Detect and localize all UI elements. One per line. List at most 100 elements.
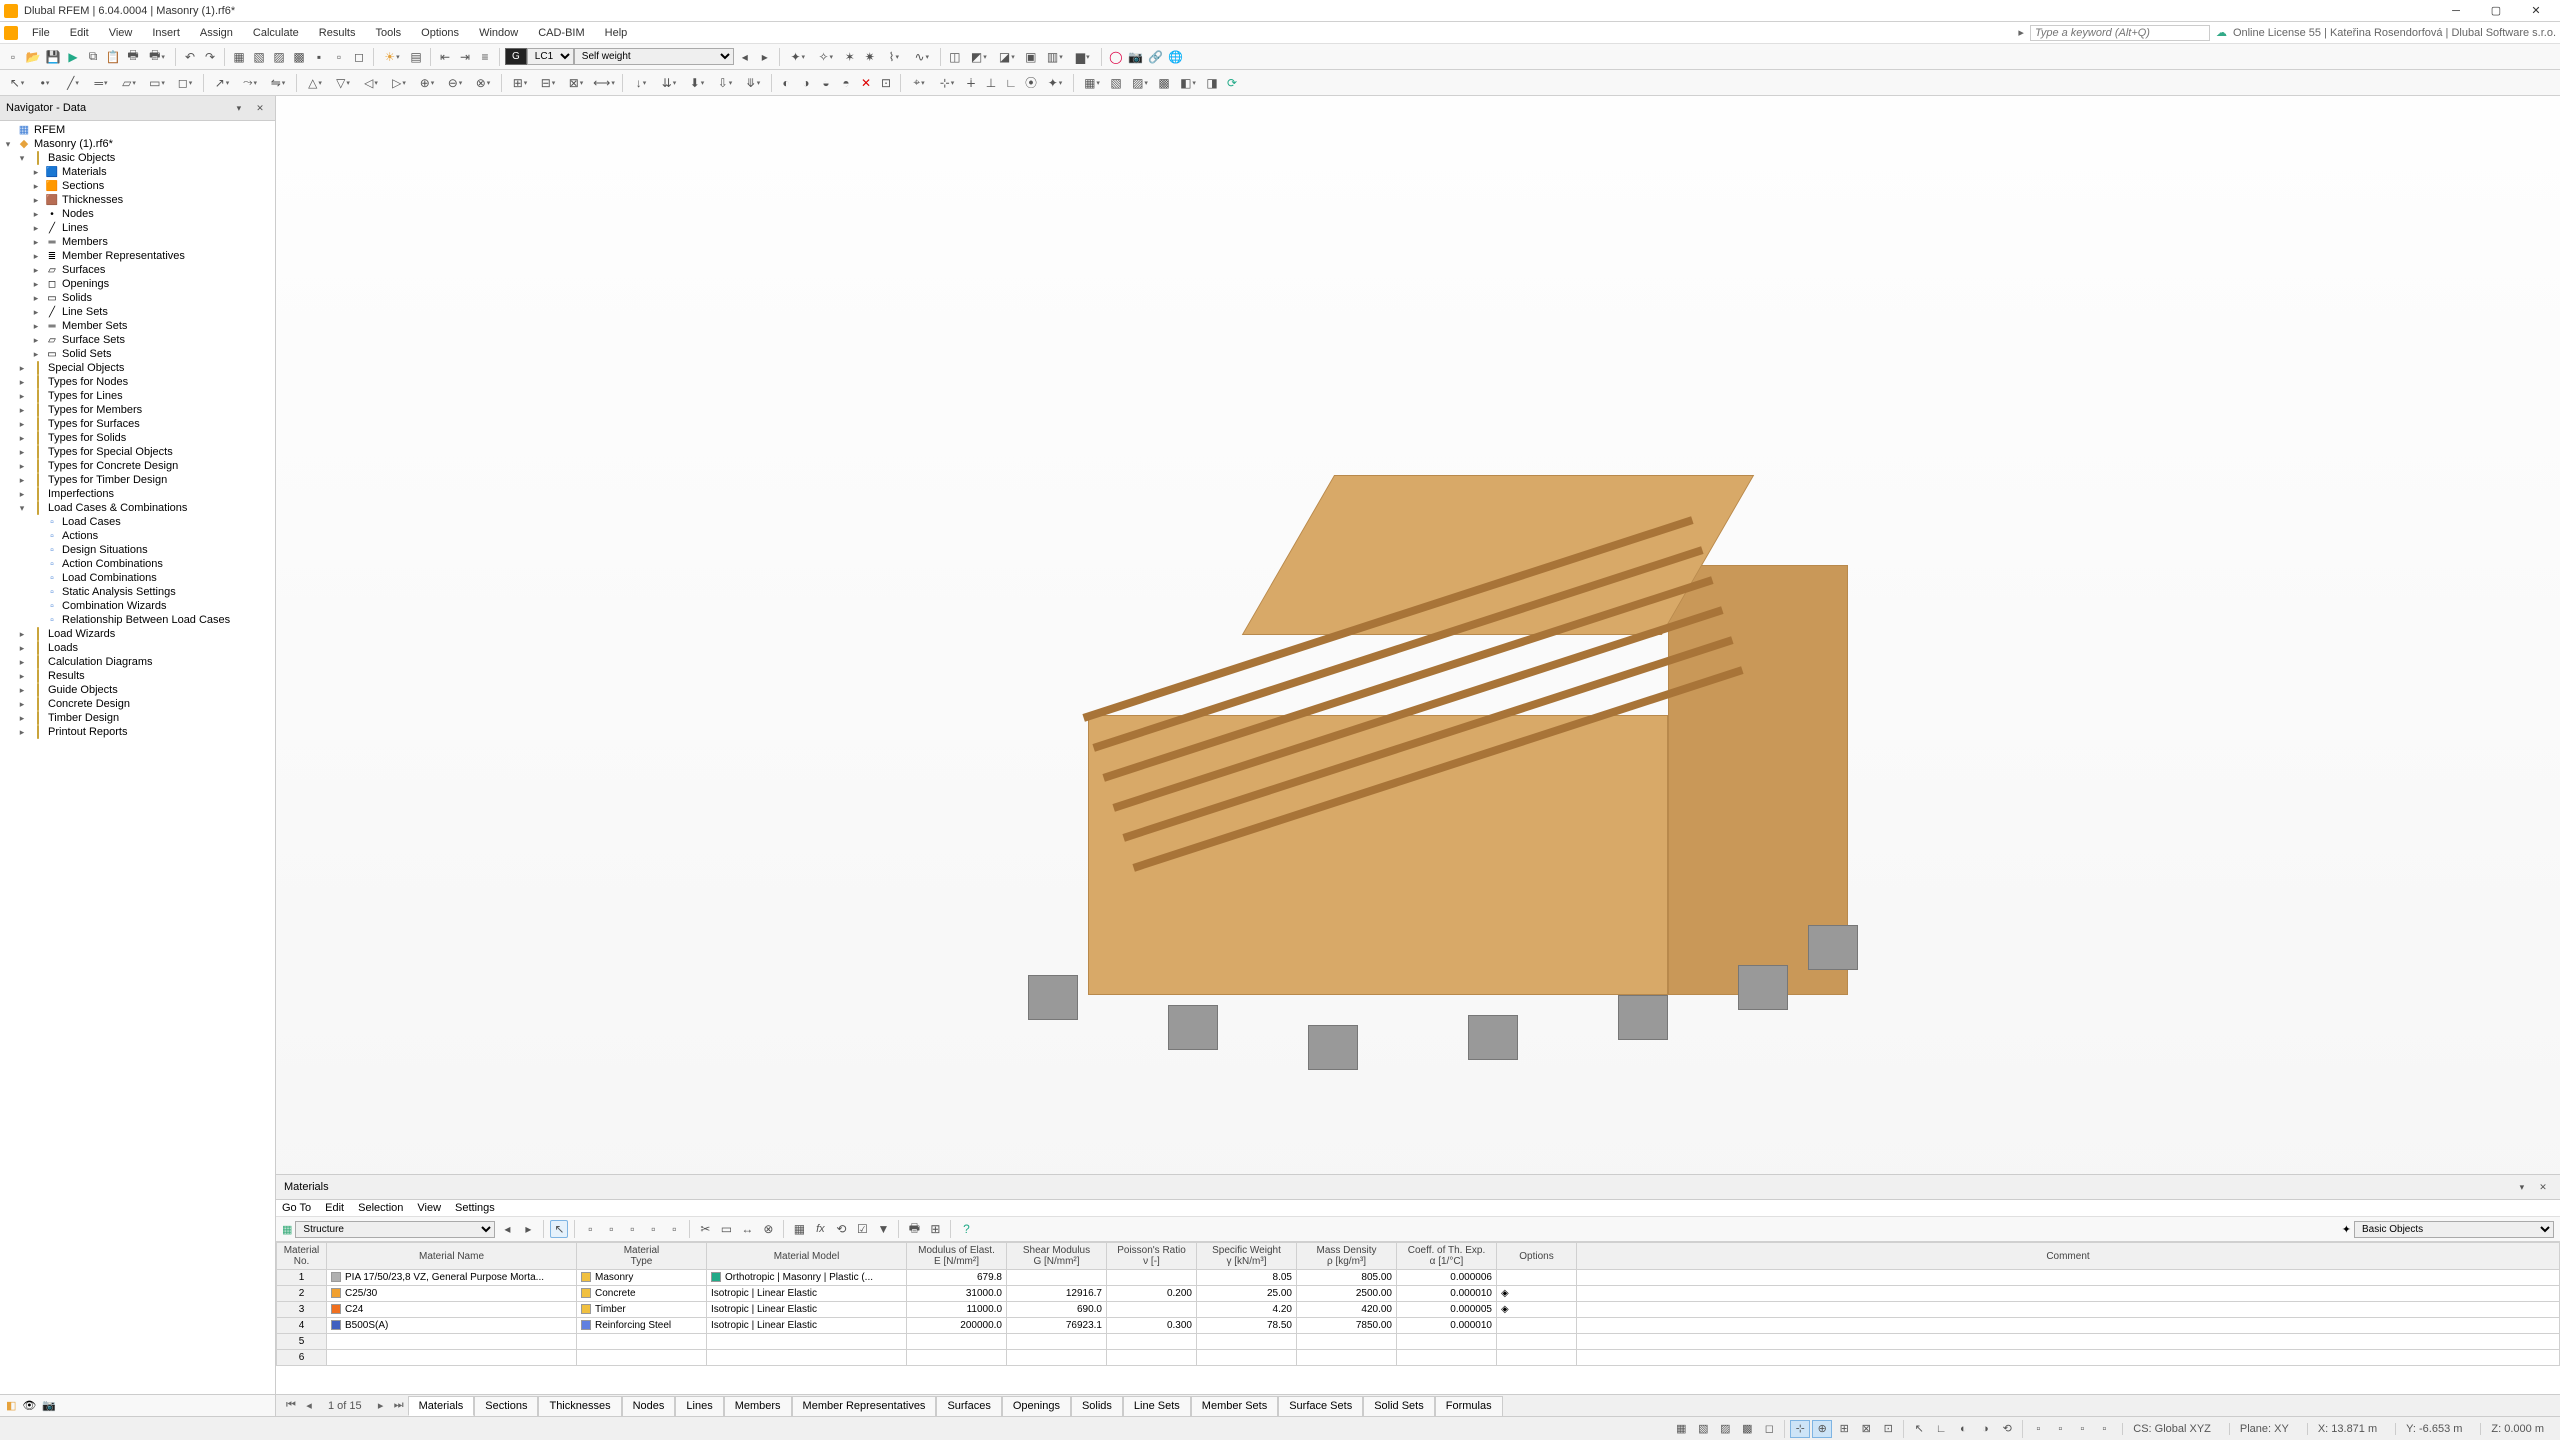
tree-lcc[interactable]: ▾Load Cases & Combinations <box>2 501 273 515</box>
tree-model[interactable]: ▾◆Masonry (1).rf6* <box>2 137 273 151</box>
menu-insert[interactable]: Insert <box>142 25 190 41</box>
cell-g[interactable] <box>1007 1270 1107 1286</box>
filter-structure-select[interactable]: Structure <box>295 1221 495 1238</box>
view-wire-button[interactable]: ▧ <box>250 48 268 66</box>
node-button[interactable]: • <box>32 74 58 92</box>
mirror-button[interactable]: ⇋ <box>265 74 291 92</box>
tool-c-button[interactable]: ◪ <box>994 48 1020 66</box>
ft-exp2-button[interactable]: ⊞ <box>926 1220 944 1238</box>
tab-materials[interactable]: Materials <box>408 1396 475 1416</box>
axis-button[interactable]: ⊟ <box>535 74 561 92</box>
cell-g[interactable]: 12916.7 <box>1007 1286 1107 1302</box>
ft-d1-button[interactable]: ▦ <box>790 1220 808 1238</box>
tree-item-openings[interactable]: ▸◻Openings <box>2 277 273 291</box>
cell-comment[interactable] <box>1577 1318 2560 1334</box>
cell-no[interactable]: 3 <box>277 1302 327 1318</box>
sb-p1-button[interactable]: ▫ <box>2028 1420 2048 1438</box>
view-solid-button[interactable]: ▦ <box>230 48 248 66</box>
open-button[interactable]: 📂 <box>24 48 42 66</box>
sb-snap1-button[interactable]: ⊹ <box>1790 1420 1810 1438</box>
tree-item-members[interactable]: ▸═Members <box>2 235 273 249</box>
cell-comment[interactable] <box>1577 1270 2560 1286</box>
lc-prev-button[interactable]: ◂ <box>736 48 754 66</box>
misc-5-button[interactable]: ⊡ <box>877 74 895 92</box>
cell-type[interactable]: Concrete <box>577 1286 707 1302</box>
col-header-e[interactable]: Modulus of Elast.E [N/mm²] <box>907 1243 1007 1270</box>
misc-3-button[interactable]: ◒ <box>817 74 835 92</box>
tree-toggle[interactable]: ▸ <box>16 685 28 696</box>
tab-surfaces[interactable]: Surfaces <box>936 1396 1001 1416</box>
sb-o4-button[interactable]: ◑ <box>1975 1420 1995 1438</box>
col-header-nu[interactable]: Poisson's Ratioν [-] <box>1107 1243 1197 1270</box>
table-row[interactable]: 2C25/30ConcreteIsotropic | Linear Elasti… <box>277 1286 2560 1302</box>
sb-1-button[interactable]: ▦ <box>1671 1420 1691 1438</box>
tab-prev-button[interactable]: ◂ <box>300 1399 318 1412</box>
maximize-button[interactable]: ▢ <box>2476 1 2516 21</box>
c5-button[interactable]: ◧ <box>1175 74 1201 92</box>
tool-a-button[interactable]: ◫ <box>946 48 964 66</box>
sb-4-button[interactable]: ▩ <box>1737 1420 1757 1438</box>
tree-group-types-for-nodes[interactable]: ▸Types for Nodes <box>2 375 273 389</box>
cell-e[interactable]: 679.8 <box>907 1270 1007 1286</box>
tab-solids[interactable]: Solids <box>1071 1396 1123 1416</box>
mat-close-button[interactable]: ✕ <box>2534 1178 2552 1196</box>
cell-comment[interactable] <box>1577 1302 2560 1318</box>
menu-cadbim[interactable]: CAD-BIM <box>528 25 594 41</box>
tree-toggle[interactable]: ▸ <box>16 433 28 444</box>
cs-button[interactable]: ⊠ <box>563 74 589 92</box>
ft-filter-button[interactable]: ▼ <box>874 1220 892 1238</box>
res-5-button[interactable]: ⌇ <box>881 48 907 66</box>
sb-snap3-button[interactable]: ⊞ <box>1834 1420 1854 1438</box>
nav-mode-data-button[interactable]: ◧ <box>6 1399 16 1412</box>
filter-group-select[interactable]: Basic Objects <box>2354 1221 2554 1238</box>
sb-p2-button[interactable]: ▫ <box>2050 1420 2070 1438</box>
tree-group-calculation-diagrams[interactable]: ▸Calculation Diagrams <box>2 655 273 669</box>
lc-name-select[interactable]: Self weight <box>574 48 734 65</box>
view-7-button[interactable]: ◻ <box>350 48 368 66</box>
tree-toggle[interactable]: ▸ <box>16 671 28 682</box>
tree-toggle[interactable]: ▸ <box>16 727 28 738</box>
tab-solid-sets[interactable]: Solid Sets <box>1363 1396 1435 1416</box>
misc-2-button[interactable]: ◑ <box>797 74 815 92</box>
menu-edit[interactable]: Edit <box>60 25 99 41</box>
release-button[interactable]: ⊖ <box>442 74 468 92</box>
support-2-button[interactable]: ▽ <box>330 74 356 92</box>
view-4-button[interactable]: ▩ <box>290 48 308 66</box>
tree-item-nodes[interactable]: ▸•Nodes <box>2 207 273 221</box>
tab-openings[interactable]: Openings <box>1002 1396 1071 1416</box>
close-button[interactable]: ✕ <box>2516 1 2556 21</box>
snap-1-button[interactable]: ⌖ <box>906 74 932 92</box>
support-1-button[interactable]: △ <box>302 74 328 92</box>
ft-d2-button[interactable]: ⟲ <box>832 1220 850 1238</box>
table-row[interactable]: 4B500S(A)Reinforcing SteelIsotropic | Li… <box>277 1318 2560 1334</box>
select-button[interactable]: ↖ <box>4 74 30 92</box>
cell-rho[interactable]: 805.00 <box>1297 1270 1397 1286</box>
tree-toggle[interactable]: ▾ <box>16 153 28 164</box>
tab-line-sets[interactable]: Line Sets <box>1123 1396 1191 1416</box>
col-header-gamma[interactable]: Specific Weightγ [kN/m³] <box>1197 1243 1297 1270</box>
snap-3-button[interactable]: ∔ <box>962 74 980 92</box>
menu-assign[interactable]: Assign <box>190 25 243 41</box>
snap-7-button[interactable]: ✦ <box>1042 74 1068 92</box>
tree-toggle[interactable]: ▸ <box>16 461 28 472</box>
cell-alpha[interactable]: 0.000005 <box>1397 1302 1497 1318</box>
tree-toggle[interactable]: ▸ <box>16 699 28 710</box>
tree-toggle[interactable]: ▾ <box>16 503 28 514</box>
tree-item-lines[interactable]: ▸╱Lines <box>2 221 273 235</box>
cell-e[interactable]: 200000.0 <box>907 1318 1007 1334</box>
menu-help[interactable]: Help <box>595 25 638 41</box>
col-header-type[interactable]: MaterialType <box>577 1243 707 1270</box>
sb-snap4-button[interactable]: ⊠ <box>1856 1420 1876 1438</box>
tree-item-load-cases[interactable]: ▫Load Cases <box>2 515 273 529</box>
tab-members[interactable]: Members <box>724 1396 792 1416</box>
materials-table[interactable]: MaterialNo.Material NameMaterialTypeMate… <box>276 1242 2560 1366</box>
mat-menu-selection[interactable]: Selection <box>358 1202 403 1214</box>
tree-toggle[interactable]: ▸ <box>16 489 28 500</box>
ft-c4-button[interactable]: ⊗ <box>759 1220 777 1238</box>
tree-toggle[interactable]: ▾ <box>2 139 14 150</box>
tab-member-sets[interactable]: Member Sets <box>1191 1396 1278 1416</box>
grid-button[interactable]: ⊞ <box>507 74 533 92</box>
ft-pointer-button[interactable]: ↖ <box>550 1220 568 1238</box>
col-header-g[interactable]: Shear ModulusG [N/mm²] <box>1007 1243 1107 1270</box>
tool-b-button[interactable]: ◩ <box>966 48 992 66</box>
